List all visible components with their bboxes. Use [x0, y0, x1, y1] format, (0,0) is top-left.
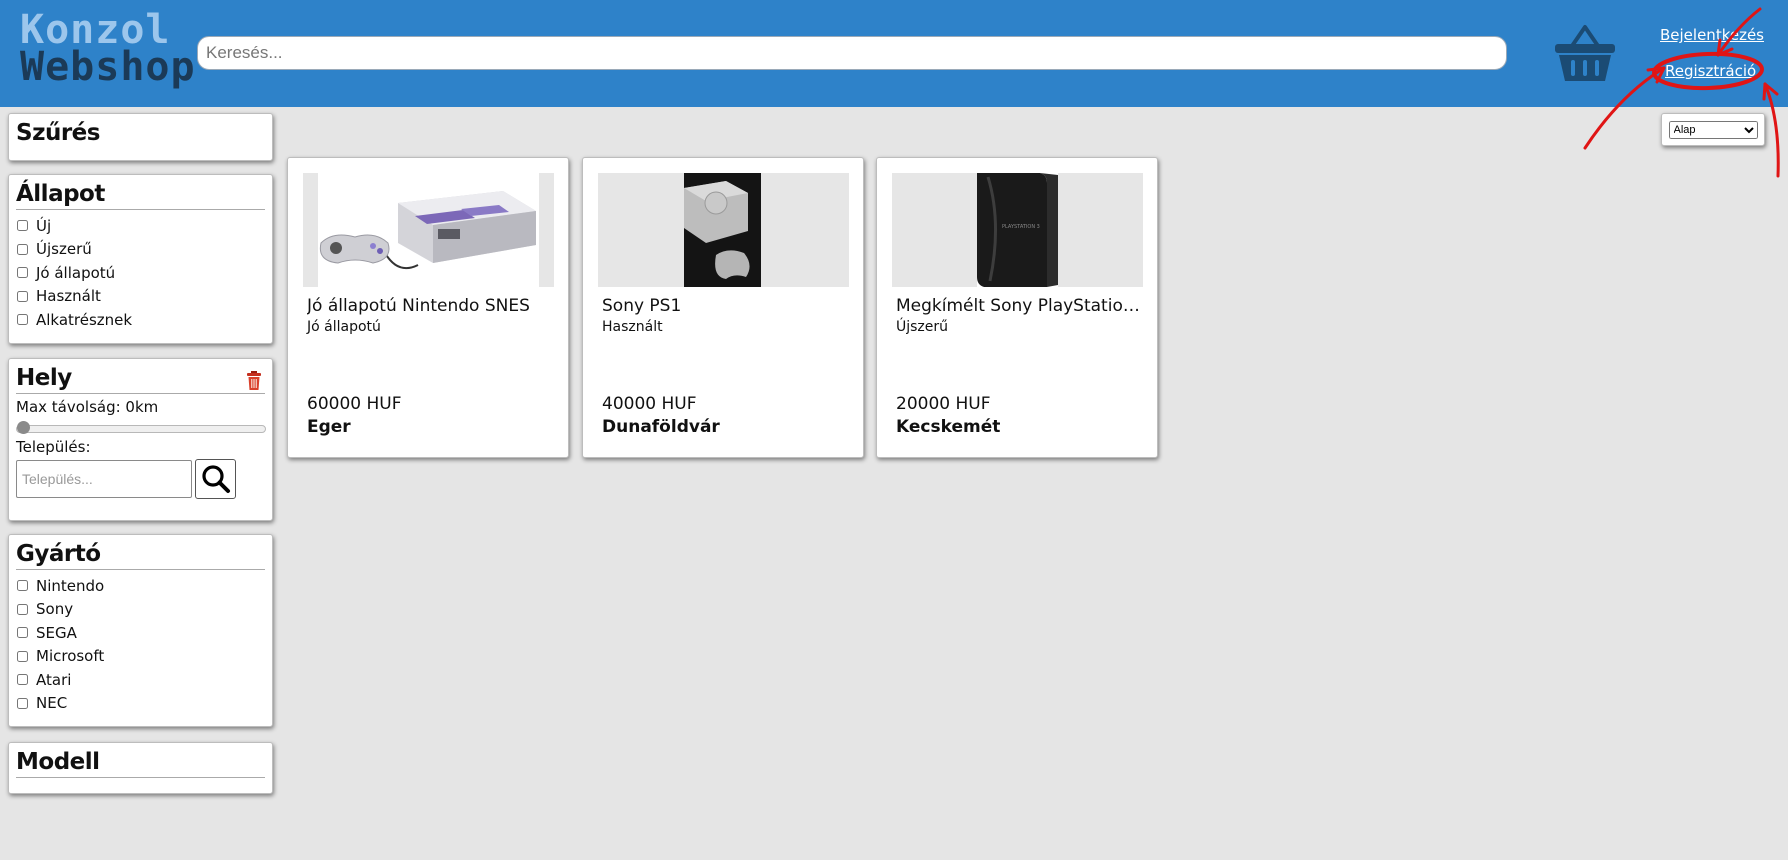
condition-option-good[interactable]: Jó állapotú [16, 261, 265, 285]
condition-option-label: Új [36, 216, 52, 235]
condition-checkbox[interactable] [17, 220, 28, 232]
manufacturer-option-label: NEC [36, 694, 68, 713]
trash-icon[interactable] [247, 371, 261, 390]
model-panel: Modell [8, 742, 273, 794]
manufacturer-option-label: SEGA [36, 623, 77, 642]
slider-track [16, 425, 266, 433]
manufacturer-option-label: Atari [36, 670, 72, 689]
filter-title: Szűrés [16, 120, 100, 146]
condition-option-label: Alkatrésznek [36, 310, 133, 329]
condition-checkbox[interactable] [17, 290, 28, 302]
condition-checkbox[interactable] [17, 243, 28, 255]
manufacturer-option-microsoft[interactable]: Microsoft [16, 645, 265, 669]
header-bar: Konzol Webshop Bejelentkezés Regisztráci… [0, 0, 1788, 107]
product-card[interactable]: PLAYSTATION 3 Megkímélt Sony PlayStation… [876, 157, 1158, 458]
product-title: Jó állapotú Nintendo SNES [307, 296, 530, 316]
product-city: Kecskemét [896, 417, 1001, 437]
manufacturer-checkbox[interactable] [17, 603, 28, 615]
product-city: Dunaföldvár [602, 417, 720, 437]
product-image [303, 173, 554, 287]
model-title: Modell [16, 749, 265, 778]
condition-panel: Állapot Új Újszerű Jó állapotú Használt … [8, 174, 273, 344]
manufacturer-option-atari[interactable]: Atari [16, 668, 265, 692]
product-title: Sony PS1 [602, 296, 682, 316]
svg-text:PLAYSTATION 3: PLAYSTATION 3 [1002, 224, 1040, 230]
condition-option-parts[interactable]: Alkatrésznek [16, 308, 265, 332]
location-title-text: Hely [16, 365, 72, 391]
ps1-console-image [684, 173, 761, 287]
product-image [598, 173, 849, 287]
product-condition: Jó állapotú [307, 319, 381, 335]
manufacturer-option-nec[interactable]: NEC [16, 692, 265, 716]
city-search-button[interactable] [195, 459, 236, 499]
manufacturer-checkbox[interactable] [17, 580, 28, 592]
slider-thumb[interactable] [17, 421, 30, 434]
manufacturer-option-nintendo[interactable]: Nintendo [16, 574, 265, 598]
logo-line-2: Webshop [20, 44, 196, 90]
condition-checkbox[interactable] [17, 267, 28, 279]
city-label: Település: [16, 438, 91, 456]
city-input[interactable] [16, 460, 192, 498]
manufacturer-checkbox[interactable] [17, 697, 28, 709]
product-price: 40000 HUF [602, 394, 697, 414]
condition-option-new[interactable]: Új [16, 214, 265, 238]
snes-console-image [318, 173, 539, 287]
manufacturer-panel: Gyártó Nintendo Sony SEGA Microsoft Atar… [8, 534, 273, 727]
ps3-console-image: PLAYSTATION 3 [977, 173, 1058, 287]
basket-icon[interactable] [1554, 24, 1616, 82]
product-title: Megkímélt Sony PlayStation 3 [896, 296, 1141, 316]
search-icon [201, 465, 230, 493]
product-city: Eger [307, 417, 351, 437]
manufacturer-option-label: Sony [36, 600, 74, 619]
condition-option-like-new[interactable]: Újszerű [16, 238, 265, 262]
manufacturer-option-label: Microsoft [36, 647, 105, 666]
manufacturer-title: Gyártó [16, 541, 265, 570]
search-input[interactable] [197, 36, 1507, 70]
condition-title: Állapot [16, 181, 265, 210]
filter-panel: Szűrés [8, 113, 273, 161]
product-card[interactable]: Jó állapotú Nintendo SNES Jó állapotú 60… [287, 157, 569, 458]
max-distance-label: Max távolság: 0km [16, 398, 159, 416]
manufacturer-option-sony[interactable]: Sony [16, 598, 265, 622]
condition-option-used[interactable]: Használt [16, 285, 265, 309]
condition-option-label: Jó állapotú [36, 263, 116, 282]
sort-container: Alap [1661, 113, 1765, 146]
manufacturer-checkbox[interactable] [17, 674, 28, 686]
location-panel: Hely Max távolság: 0km Település: [8, 358, 273, 521]
product-condition: Használt [602, 319, 663, 335]
location-title: Hely [16, 365, 265, 394]
distance-slider[interactable] [16, 418, 266, 436]
condition-checkbox[interactable] [17, 314, 28, 326]
login-link[interactable]: Bejelentkezés [1660, 26, 1764, 44]
register-link[interactable]: Regisztráció [1665, 62, 1756, 80]
product-condition: Újszerű [896, 319, 949, 335]
manufacturer-option-label: Nintendo [36, 576, 105, 595]
manufacturer-checkbox[interactable] [17, 650, 28, 662]
condition-option-label: Használt [36, 287, 101, 306]
manufacturer-checkbox[interactable] [17, 627, 28, 639]
sort-select[interactable]: Alap [1668, 120, 1758, 139]
product-price: 20000 HUF [896, 394, 991, 414]
condition-option-label: Újszerű [36, 240, 92, 259]
site-logo[interactable]: Konzol Webshop [20, 10, 196, 90]
manufacturer-option-sega[interactable]: SEGA [16, 621, 265, 645]
product-image: PLAYSTATION 3 [892, 173, 1143, 287]
product-card[interactable]: Sony PS1 Használt 40000 HUF Dunaföldvár [582, 157, 864, 458]
product-price: 60000 HUF [307, 394, 402, 414]
